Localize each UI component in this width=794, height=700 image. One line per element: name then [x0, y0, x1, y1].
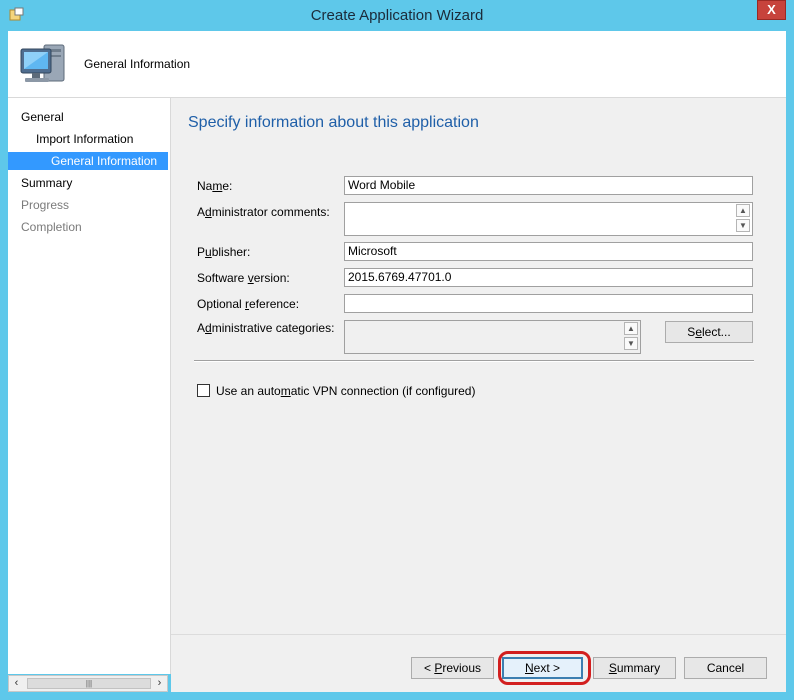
window-bottom-border: [0, 692, 794, 700]
divider: [194, 360, 754, 362]
cancel-button[interactable]: Cancel: [684, 657, 767, 679]
scroll-up-icon[interactable]: ▲: [624, 322, 638, 335]
admin-comments-label: Administrator comments:: [197, 205, 330, 219]
scroll-left-icon[interactable]: ‹: [9, 676, 24, 691]
nav-item-summary[interactable]: Summary: [8, 174, 168, 192]
wizard-footer: < Previous Next > Summary Cancel: [171, 634, 786, 693]
close-button[interactable]: X: [757, 0, 786, 20]
name-label: Name:: [197, 179, 233, 193]
software-version-label: Software version:: [197, 271, 290, 285]
scroll-up-icon[interactable]: ▲: [736, 204, 750, 217]
admin-categories-field: ▲ ▼: [344, 320, 641, 354]
scroll-right-icon[interactable]: ›: [152, 676, 167, 691]
select-categories-button[interactable]: Select...: [665, 321, 753, 343]
nav-item-completion: Completion: [21, 220, 82, 234]
wizard-header: General Information: [8, 31, 786, 98]
software-version-field[interactable]: 2015.6769.47701.0: [344, 268, 753, 287]
optional-reference-field[interactable]: [344, 294, 753, 313]
vpn-checkbox[interactable]: [197, 384, 210, 397]
wizard-nav: General Import Information General Infor…: [8, 98, 171, 674]
summary-button[interactable]: Summary: [593, 657, 676, 679]
next-button[interactable]: Next >: [502, 657, 583, 679]
nav-horizontal-scrollbar[interactable]: ‹ ||| ›: [8, 675, 168, 692]
page-heading: Specify information about this applicati…: [188, 114, 479, 131]
scroll-down-icon[interactable]: ▼: [624, 337, 638, 350]
title-bar[interactable]: Create Application Wizard X: [0, 0, 794, 31]
window-title: Create Application Wizard: [310, 7, 484, 24]
name-field[interactable]: Word Mobile: [344, 176, 753, 195]
scroll-thumb[interactable]: |||: [27, 678, 151, 689]
previous-button[interactable]: < Previous: [411, 657, 494, 679]
nav-item-progress: Progress: [21, 198, 70, 212]
publisher-label: Publisher:: [197, 245, 251, 259]
vpn-checkbox-label[interactable]: Use an automatic VPN connection (if conf…: [216, 384, 475, 398]
main-panel: Specify information about this applicati…: [171, 98, 786, 634]
computer-icon: [17, 39, 69, 91]
nav-item-import-information[interactable]: Import Information: [8, 130, 168, 148]
wizard-window: Create Application Wizard X General Info…: [0, 0, 794, 700]
admin-categories-label: Administrative categories:: [197, 321, 335, 335]
publisher-field[interactable]: Microsoft: [344, 242, 753, 261]
admin-comments-field[interactable]: ▲ ▼: [344, 202, 753, 236]
header-title: General Information: [84, 57, 191, 71]
optional-reference-label: Optional reference:: [197, 297, 300, 311]
admin-comments-scrollbar[interactable]: ▲ ▼: [735, 204, 751, 234]
nav-item-general[interactable]: General: [8, 108, 168, 126]
scroll-down-icon[interactable]: ▼: [736, 219, 750, 232]
admin-categories-scrollbar[interactable]: ▲ ▼: [623, 322, 639, 352]
nav-item-general-information[interactable]: General Information: [8, 152, 168, 170]
